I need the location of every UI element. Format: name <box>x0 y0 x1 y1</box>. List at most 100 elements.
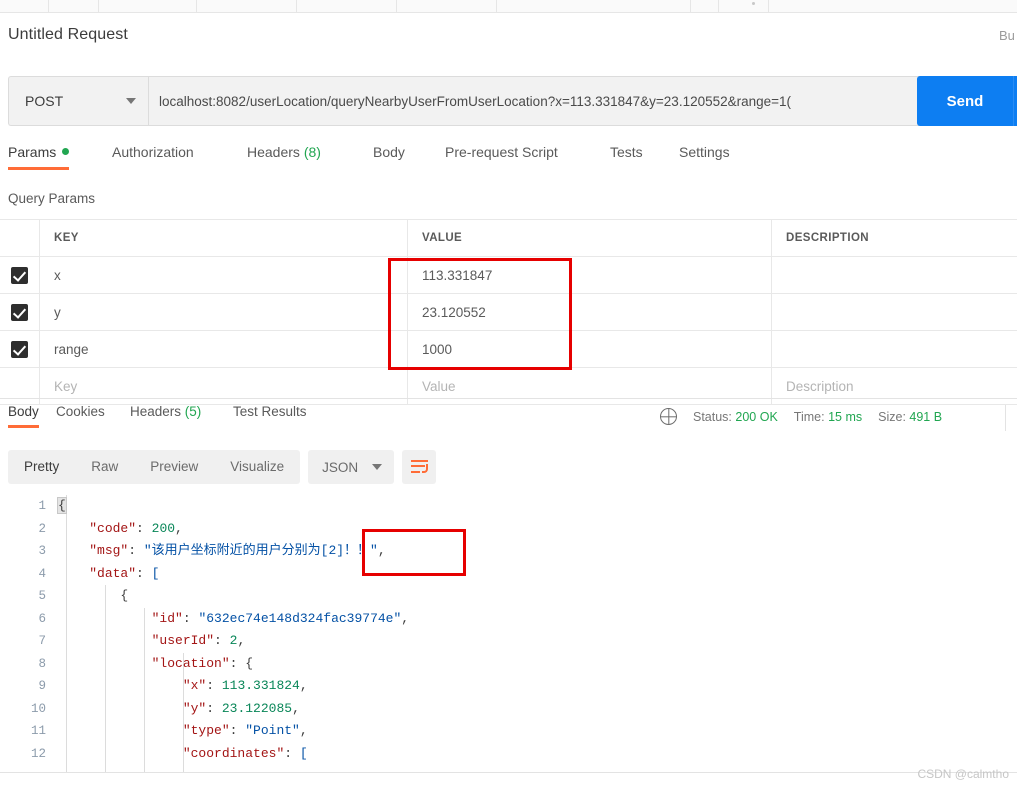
row-key-cell[interactable]: y <box>40 294 408 330</box>
active-tab-underline <box>8 425 39 428</box>
url-input[interactable]: localhost:8082/userLocation/queryNearbyU… <box>148 76 933 126</box>
request-tab-label: Body <box>373 144 405 160</box>
code-line: "x": 113.331824, <box>58 675 409 698</box>
code-token: , <box>299 723 308 738</box>
row-value-cell[interactable]: 1000 <box>408 331 772 367</box>
request-tab-headers[interactable]: Headers (8) <box>247 144 321 170</box>
request-tab-pre-request-script[interactable]: Pre-request Script <box>445 144 558 170</box>
row-description-cell[interactable] <box>772 294 1017 330</box>
response-tab-label: Body <box>8 404 39 419</box>
response-tab-body[interactable]: Body <box>8 404 39 428</box>
response-tab-headers[interactable]: Headers (5) <box>130 404 201 428</box>
code-line: "y": 23.122085, <box>58 698 409 721</box>
code-token: : <box>136 565 152 581</box>
format-tab-pretty[interactable]: Pretty <box>8 450 75 484</box>
table-row: x 113.331847 <box>0 256 1017 294</box>
placeholder-value: Value <box>422 378 456 394</box>
code-line: { <box>57 495 409 518</box>
request-tab-bar: Params Authorization Headers (8) Body Pre-re… <box>0 144 1017 176</box>
row-checkbox-cell[interactable] <box>0 331 40 367</box>
response-body-code[interactable]: 1 2 3 4 5 6 7 8 9 10 11 12 { "code": 200, "msg": "该… <box>0 495 1017 772</box>
code-token: , <box>175 520 183 536</box>
column-header-key: KEY <box>54 232 79 244</box>
code-token: [ <box>299 745 308 761</box>
code-token: "y" <box>182 700 207 716</box>
tab-group-right <box>690 0 1017 13</box>
format-tab-visualize[interactable]: Visualize <box>214 450 300 484</box>
url-text: localhost:8082/userLocation/queryNearbyU… <box>159 93 792 109</box>
tab-separator <box>396 0 397 12</box>
code-token: : <box>128 543 144 558</box>
code-token: : <box>229 655 246 671</box>
code-token: "msg" <box>89 543 129 558</box>
send-options-button[interactable] <box>1013 76 1017 126</box>
size-label: Size: <box>878 409 906 424</box>
checkbox-checked-icon[interactable] <box>11 303 28 321</box>
request-tab-tests[interactable]: Tests <box>610 144 643 170</box>
word-wrap-button[interactable] <box>402 450 437 484</box>
code-line: "coordinates": [ <box>58 743 409 766</box>
row-key-cell[interactable]: range <box>40 331 408 367</box>
code-lines: { "code": 200, "msg": "该用户坐标附近的用户分别为[2]！… <box>57 495 409 766</box>
row-checkbox-cell[interactable] <box>0 257 40 293</box>
code-token: { <box>245 655 254 671</box>
line-number: 12 <box>30 746 46 761</box>
checkbox-checked-icon[interactable] <box>11 266 28 284</box>
line-number: 9 <box>38 679 46 693</box>
request-tab-label: Settings <box>679 144 730 160</box>
line-number: 1 <box>38 499 46 513</box>
response-tab-label: Headers <box>130 404 182 419</box>
send-button[interactable]: Send <box>917 76 1013 126</box>
code-token: : <box>284 745 300 761</box>
response-tab-cookies[interactable]: Cookies <box>56 404 105 428</box>
column-header-value: VALUE <box>422 232 463 244</box>
time-value: 15 ms <box>828 409 863 424</box>
row-value-cell[interactable]: 113.331847 <box>408 257 772 293</box>
size-group: Size: 491 B <box>878 410 942 424</box>
row-value-cell[interactable]: 23.120552 <box>408 294 772 330</box>
row-description-cell[interactable] <box>772 257 1017 293</box>
query-params-label: Query Params <box>8 191 96 206</box>
row-description-cell[interactable] <box>772 331 1017 367</box>
request-tab-body[interactable]: Body <box>373 144 405 170</box>
code-token: "Point" <box>245 723 300 738</box>
language-selector[interactable]: JSON <box>308 450 395 484</box>
request-title-row: Untitled Request Bu <box>0 18 1017 60</box>
code-token: , <box>237 633 246 648</box>
response-meta: Status: 200 OK Time: 15 ms Size: 491 B <box>660 408 942 425</box>
code-token: "userId" <box>151 633 215 648</box>
tab-separator <box>196 0 197 12</box>
meta-divider <box>1005 405 1006 431</box>
response-tab-test-results[interactable]: Test Results <box>233 404 307 428</box>
line-number: 11 <box>30 724 46 738</box>
line-number: 10 <box>30 701 46 716</box>
http-method-selector[interactable]: POST <box>8 76 148 126</box>
line-number: 3 <box>38 544 46 558</box>
row-checkbox-cell[interactable] <box>0 294 40 330</box>
request-tab-authorization[interactable]: Authorization <box>112 144 194 170</box>
build-label: Bu <box>999 28 1015 43</box>
code-token: : <box>229 723 246 738</box>
request-tab-params[interactable]: Params <box>8 144 70 170</box>
row-key-cell[interactable]: x <box>40 257 408 293</box>
request-tab-settings[interactable]: Settings <box>679 144 730 170</box>
table-placeholder-row[interactable]: Key Value Description <box>0 367 1017 405</box>
format-tab-raw[interactable]: Raw <box>75 450 134 484</box>
request-tab-label: Pre-request Script <box>445 144 558 160</box>
status-value: 200 OK <box>735 409 778 424</box>
tab-separator <box>296 0 297 12</box>
tab-separator <box>496 0 497 12</box>
footer-divider <box>0 772 1017 773</box>
code-token: , <box>377 543 386 558</box>
format-tab-preview[interactable]: Preview <box>134 450 214 484</box>
line-number: 8 <box>38 656 46 671</box>
tab-separator <box>768 0 769 12</box>
code-token: [ <box>151 565 160 581</box>
code-token: "x" <box>182 678 207 693</box>
url-bar: POST localhost:8082/userLocation/queryNe… <box>8 76 933 126</box>
checkbox-checked-icon[interactable] <box>11 340 28 358</box>
globe-icon <box>660 408 677 425</box>
